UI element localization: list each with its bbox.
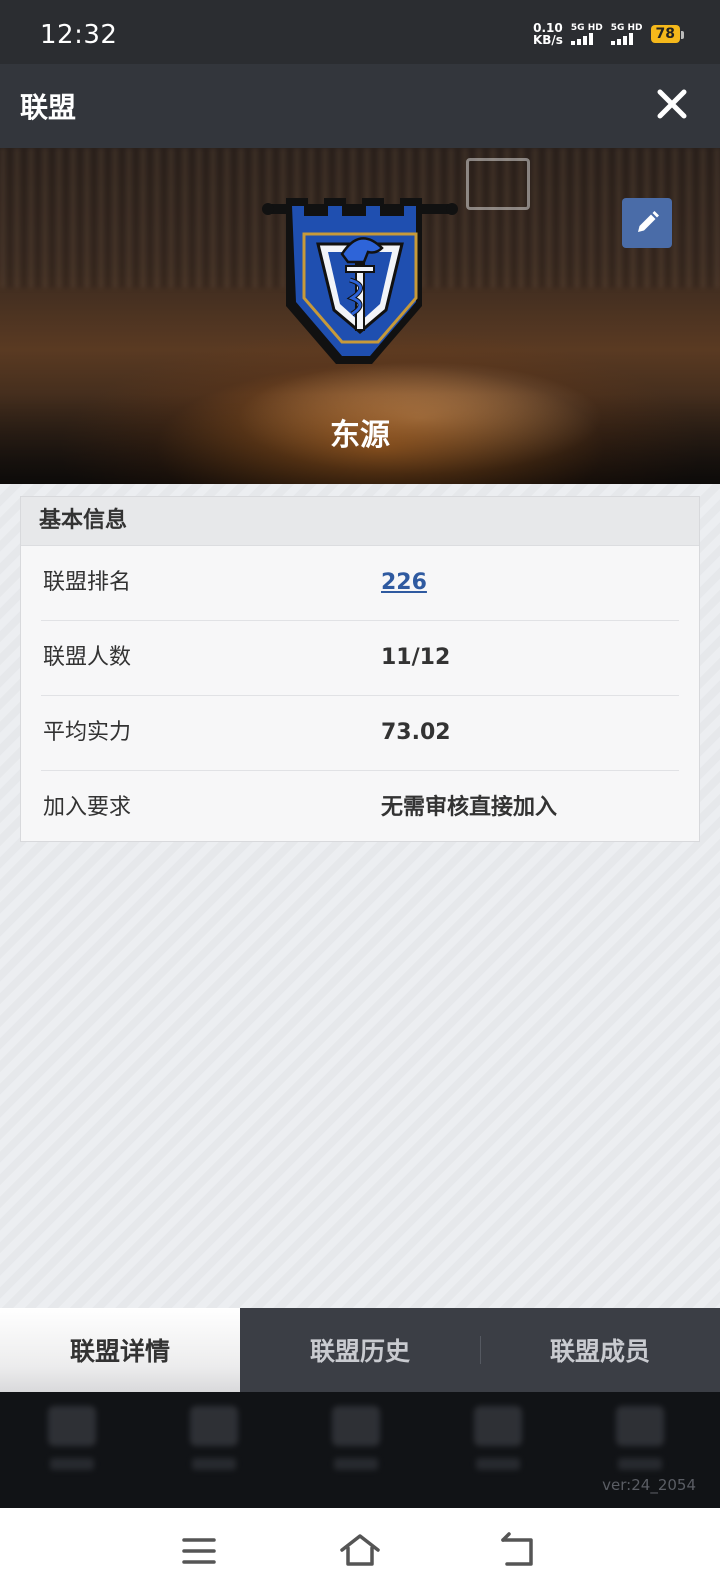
system-nav-bar xyxy=(0,1508,720,1592)
blurred-nav-item xyxy=(46,1406,98,1486)
edit-button[interactable] xyxy=(622,198,672,248)
join-requirement-value: 无需审核直接加入 xyxy=(381,795,558,820)
basketball-hoop-backdrop xyxy=(466,158,530,210)
alliance-name: 东源 xyxy=(330,418,390,453)
network-speed-unit: KB/s xyxy=(532,33,563,47)
network-speed: 0.10 KB/s xyxy=(533,22,563,46)
close-icon[interactable] xyxy=(652,84,692,124)
blurred-nav-item xyxy=(188,1406,240,1486)
strength-value: 73.02 xyxy=(381,720,451,745)
blurred-nav-item xyxy=(472,1406,524,1486)
status-bar: 12:32 0.10 KB/s 5G HD 5G HD 78 xyxy=(0,0,720,64)
menu-button[interactable] xyxy=(176,1528,222,1574)
basic-info-card: 基本信息 联盟排名 226 联盟人数 11/12 平均实力 73.02 加入要求… xyxy=(20,496,700,842)
info-row-strength: 平均实力 73.02 xyxy=(41,696,679,771)
members-value: 11/12 xyxy=(381,645,451,670)
home-button[interactable] xyxy=(337,1528,383,1574)
tab-alliance-history[interactable]: 联盟历史 xyxy=(240,1308,480,1392)
pencil-icon xyxy=(638,211,659,232)
blurred-nav-item xyxy=(614,1406,666,1486)
info-row-join: 加入要求 无需审核直接加入 xyxy=(41,771,679,845)
blurred-nav-item xyxy=(330,1406,382,1486)
sim2-label: 5G HD xyxy=(610,23,643,33)
info-row-members: 联盟人数 11/12 xyxy=(41,621,679,696)
rank-label: 联盟排名 xyxy=(43,570,132,595)
alliance-banner: 东源 xyxy=(0,148,720,484)
members-label: 联盟人数 xyxy=(43,645,132,670)
back-button[interactable] xyxy=(497,1528,543,1574)
status-time: 12:32 xyxy=(40,20,118,50)
tab-alliance-details[interactable]: 联盟详情 xyxy=(0,1308,240,1392)
status-icons: 0.10 KB/s 5G HD 5G HD 78 xyxy=(533,22,685,46)
info-row-rank: 联盟排名 226 xyxy=(41,546,679,621)
page-title: 联盟 xyxy=(20,91,77,124)
menu-icon xyxy=(182,1538,216,1564)
home-icon xyxy=(340,1534,380,1566)
tab-alliance-members[interactable]: 联盟成员 xyxy=(480,1308,720,1392)
join-requirement-label: 加入要求 xyxy=(43,795,132,820)
version-label: ver:24_2054 xyxy=(602,1476,696,1494)
strength-label: 平均实力 xyxy=(43,720,132,745)
signal-bars-icon xyxy=(570,33,593,45)
battery-icon: 78 xyxy=(650,25,685,43)
rank-value-link[interactable]: 226 xyxy=(381,546,427,620)
signal-bars-icon xyxy=(610,33,633,45)
app-header: 联盟 xyxy=(0,64,720,148)
sim1-label: 5G HD xyxy=(570,23,603,33)
signal-sim1: 5G HD xyxy=(570,23,603,45)
alliance-emblem-icon xyxy=(262,198,458,364)
alliance-tabs: 联盟详情 联盟历史 联盟成员 xyxy=(0,1308,720,1392)
basic-info-heading: 基本信息 xyxy=(21,497,699,546)
game-bottom-nav: ver:24_2054 xyxy=(0,1392,720,1508)
signal-sim2: 5G HD xyxy=(610,23,643,45)
back-icon xyxy=(501,1532,533,1566)
